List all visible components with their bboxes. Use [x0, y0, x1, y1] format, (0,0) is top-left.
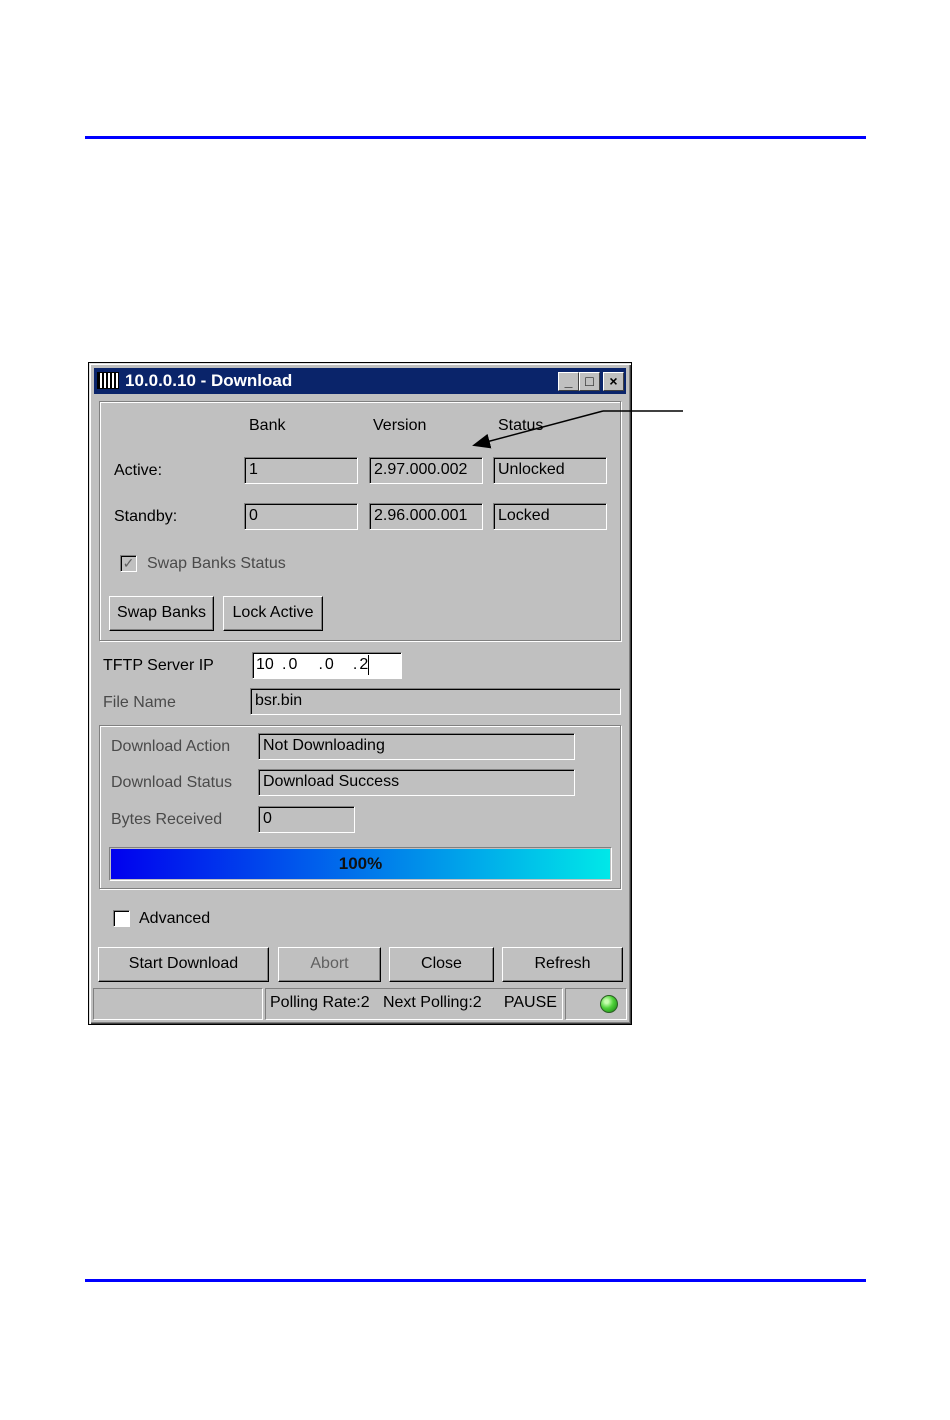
banks-group: Bank Version Status Active: 1 2.97.000.0… — [99, 401, 621, 641]
swap-banks-status-label: Swap Banks Status — [147, 555, 286, 572]
download-progress-bar: 100% — [109, 847, 612, 881]
download-status-field: Download Success — [258, 769, 575, 796]
ip-octet-3[interactable]: 0 — [323, 655, 353, 675]
active-label: Active: — [114, 462, 163, 479]
ip-octet-1[interactable]: 10 — [256, 655, 282, 675]
progress-text: 100% — [338, 854, 383, 873]
active-bank-field: 1 — [244, 457, 358, 484]
ip-octet-4[interactable]: 2 — [357, 655, 370, 675]
bytes-received-field: 0 — [258, 806, 355, 833]
standby-status-field: Locked — [493, 503, 607, 530]
standby-bank-field: 0 — [244, 503, 358, 530]
download-status-label: Download Status — [111, 774, 232, 791]
download-action-field: Not Downloading — [258, 733, 575, 760]
bytes-received-label: Bytes Received — [111, 811, 223, 828]
file-name-label: File Name — [103, 694, 176, 711]
abort-button[interactable]: Abort — [278, 947, 381, 982]
standby-label: Standby: — [114, 508, 178, 525]
advanced-checkbox[interactable] — [113, 910, 130, 927]
minimize-button[interactable]: _ — [558, 372, 579, 391]
tftp-server-ip-input[interactable]: 10. 0. 0. 2 — [252, 652, 402, 679]
app-icon — [97, 372, 119, 389]
active-status-field: Unlocked — [493, 457, 607, 484]
download-action-label: Download Action — [111, 738, 231, 755]
close-button[interactable]: Close — [389, 947, 494, 982]
green-led-icon — [600, 995, 618, 1013]
swap-banks-status-checkbox: ✓ — [120, 555, 137, 572]
active-version-field: 2.97.000.002 — [369, 457, 483, 484]
version-header: Version — [373, 417, 427, 434]
title-bar[interactable]: 10.0.0.10 - Download _ □ × — [94, 368, 626, 394]
refresh-button[interactable]: Refresh — [502, 947, 623, 982]
close-window-button[interactable]: × — [603, 372, 624, 391]
standby-version-field: 2.96.000.001 — [369, 503, 483, 530]
ip-octet-2[interactable]: 0 — [286, 655, 318, 675]
download-window: 10.0.0.10 - Download _ □ × Bank Version … — [88, 362, 632, 1025]
window-title: 10.0.0.10 - Download — [125, 371, 293, 390]
status-pane-empty — [93, 988, 263, 1020]
swap-banks-button[interactable]: Swap Banks — [109, 596, 214, 631]
start-download-button[interactable]: Start Download — [98, 947, 269, 982]
maximize-button[interactable]: □ — [579, 372, 600, 391]
status-header: Status — [498, 417, 544, 434]
advanced-label: Advanced — [139, 910, 211, 927]
file-name-field: bsr.bin — [250, 688, 621, 715]
status-bar: Polling Rate:2 Next Polling:2 PAUSE — [93, 988, 627, 1020]
bank-header: Bank — [249, 417, 286, 434]
polling-status-pane: Polling Rate:2 Next Polling:2 PAUSE — [265, 988, 563, 1020]
tftp-server-ip-label: TFTP Server IP — [103, 657, 214, 674]
footer-rule — [85, 1279, 866, 1282]
lock-active-button[interactable]: Lock Active — [223, 596, 323, 631]
header-rule — [85, 136, 866, 139]
